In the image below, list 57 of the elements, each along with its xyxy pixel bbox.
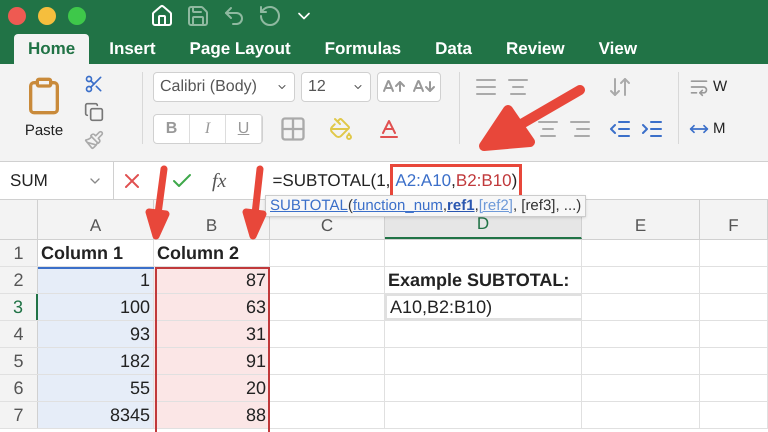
ribbon-tab[interactable]: View — [584, 34, 652, 64]
ribbon-tab[interactable]: Formulas — [310, 34, 416, 64]
font-name-field[interactable]: Calibri (Body) — [153, 72, 295, 102]
row-header[interactable]: 5 — [0, 348, 38, 374]
ribbon-tab[interactable]: Home — [14, 34, 90, 64]
cut-icon[interactable] — [84, 74, 104, 94]
column-header[interactable]: E — [634, 212, 646, 238]
home-icon[interactable] — [150, 4, 174, 28]
table-cell: 182 — [38, 348, 154, 374]
ribbon-tab[interactable]: Review — [492, 34, 579, 64]
window-control[interactable] — [8, 7, 26, 25]
font-size-value: 12 — [308, 77, 326, 97]
table-cell: 91 — [154, 348, 270, 374]
ribbon-tab[interactable]: Data — [421, 34, 486, 64]
paste-button[interactable]: Paste — [14, 72, 74, 142]
row-header[interactable]: 4 — [0, 321, 38, 347]
table-cell: Column 2 — [154, 240, 270, 266]
save-icon[interactable] — [186, 4, 210, 28]
column-header[interactable]: B — [206, 212, 218, 238]
table-cell: 8345 — [38, 402, 154, 428]
table-cell: 100 — [38, 294, 154, 320]
table-cell: 63 — [154, 294, 270, 320]
window-control[interactable] — [68, 7, 86, 25]
column-header[interactable]: A — [90, 212, 102, 238]
font-color-icon[interactable] — [377, 117, 401, 141]
row-header[interactable]: 3 — [0, 294, 38, 320]
borders-icon[interactable] — [279, 115, 307, 143]
row-header[interactable]: 7 — [0, 402, 38, 428]
table-cell: Example SUBTOTAL: — [385, 267, 582, 293]
name-box-value: SUM — [10, 170, 48, 192]
fill-color-icon[interactable] — [329, 117, 353, 141]
row-header[interactable]: 6 — [0, 375, 38, 401]
merge-button[interactable]: M — [689, 114, 728, 144]
copy-icon[interactable] — [84, 102, 104, 122]
function-tooltip: SUBTOTAL(function_num,ref1,[ref2], [ref3], ...) — [265, 195, 586, 217]
column-header[interactable]: F — [728, 212, 739, 238]
wrap-text-button[interactable]: W — [689, 72, 728, 102]
table-cell: 1 — [38, 267, 154, 293]
window-control[interactable] — [38, 7, 56, 25]
row-header[interactable]: 2 — [0, 267, 38, 293]
table-cell: 55 — [38, 375, 154, 401]
undo-icon[interactable] — [222, 4, 246, 28]
row-header[interactable]: 1 — [0, 240, 38, 266]
orientation-icon[interactable] — [608, 75, 632, 99]
redo-icon[interactable] — [258, 4, 282, 28]
table-cell: 20 — [154, 375, 270, 401]
font-size-field[interactable]: 12 — [301, 72, 371, 102]
table-cell: 93 — [38, 321, 154, 347]
function-label[interactable]: fx — [212, 166, 226, 196]
format-painter-icon[interactable] — [84, 130, 104, 150]
font-name-value: Calibri (Body) — [160, 77, 257, 97]
table-cell: 88 — [154, 402, 270, 428]
table-cell: A10,B2:B10) — [385, 294, 582, 320]
ribbon-tab[interactable]: Insert — [95, 34, 170, 64]
table-cell: Column 1 — [38, 240, 154, 266]
table-cell: 31 — [154, 321, 270, 347]
ribbon-tab[interactable]: Page Layout — [176, 34, 305, 64]
